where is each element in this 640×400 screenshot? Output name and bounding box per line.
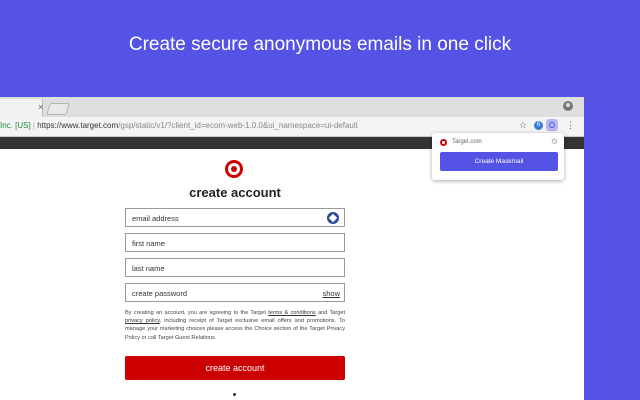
page-title: create account: [189, 185, 281, 200]
decorative-dot: [233, 393, 236, 396]
browser-menu-icon[interactable]: ⋮: [566, 120, 575, 131]
tab-bar: ×: [0, 97, 584, 117]
legal-text-1: By creating an account, you are agreeing…: [125, 310, 269, 316]
email-field[interactable]: email address: [125, 208, 345, 227]
site-identity: Inc. [US]: [0, 121, 31, 130]
url-path: /gsp/static/v1/?client_id=ecom-web-1.0.0…: [118, 121, 358, 130]
target-site-icon: [440, 139, 447, 146]
maskmail-popup: Target.com ⚙ Create Maskmail: [432, 133, 564, 180]
extension-icon[interactable]: 6: [534, 121, 543, 130]
legal-text: By creating an account, you are agreeing…: [125, 309, 345, 342]
gear-icon[interactable]: ⚙: [551, 137, 558, 146]
terms-link[interactable]: terms & conditions: [268, 310, 315, 316]
last-name-field[interactable]: last name: [125, 258, 345, 277]
last-name-placeholder: last name: [132, 264, 165, 273]
bookmark-star-icon[interactable]: ☆: [519, 120, 527, 131]
show-password-link[interactable]: show: [322, 289, 340, 298]
legal-text-2: and Target: [315, 310, 345, 316]
maskmail-shield-icon[interactable]: [327, 212, 339, 224]
create-maskmail-button[interactable]: Create Maskmail: [440, 152, 558, 171]
url-host: https://www.target.com: [37, 121, 119, 130]
new-tab-button[interactable]: [46, 103, 70, 115]
maskmail-extension-icon[interactable]: [546, 119, 558, 131]
url-text: Inc. [US] | https://www.target.com/gsp/s…: [0, 121, 358, 130]
close-tab-icon[interactable]: ×: [38, 102, 43, 112]
first-name-field[interactable]: first name: [125, 233, 345, 252]
browser-tab[interactable]: ×: [0, 99, 43, 117]
password-field[interactable]: create password show: [125, 283, 345, 302]
email-placeholder: email address: [132, 214, 179, 223]
headline: Create secure anonymous emails in one cl…: [128, 34, 512, 55]
privacy-link[interactable]: privacy policy: [125, 318, 160, 324]
create-account-button[interactable]: create account: [125, 356, 345, 380]
password-placeholder: create password: [132, 289, 188, 298]
first-name-placeholder: first name: [132, 239, 165, 248]
popup-site-name: Target.com: [452, 139, 482, 145]
account-icon[interactable]: [563, 101, 573, 111]
target-logo-icon: [225, 160, 243, 178]
